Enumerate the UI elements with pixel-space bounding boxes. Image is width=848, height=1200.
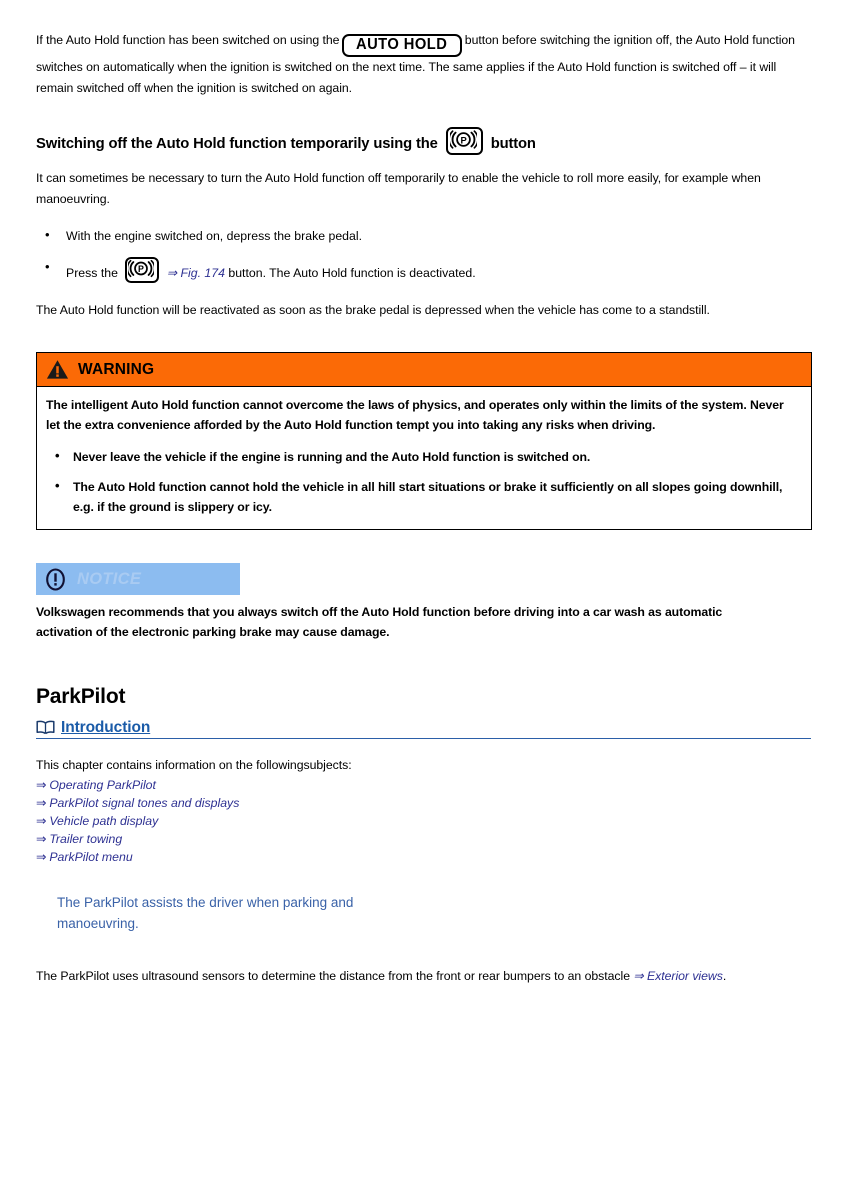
warning-bullet-2: The Auto Hold function cannot hold the v… — [46, 476, 799, 517]
arrow-icon: ⇒ — [36, 777, 47, 792]
chapter-links-list: ⇒ Operating ParkPilot ⇒ ParkPilot signal t… — [36, 776, 812, 867]
chapter-link-2-label: ParkPilot signal tones and displays — [49, 795, 240, 810]
chapter-link-5-label: ParkPilot menu — [49, 850, 133, 865]
fig-reference-link[interactable]: ⇒ Fig. 174 — [167, 266, 225, 280]
intro-text-before: If the Auto Hold function has been switc… — [36, 33, 340, 47]
figure-caption-text: The ParkPilot assists the driver when pa… — [57, 894, 354, 931]
chapter-link-5[interactable]: ⇒ ParkPilot menu — [36, 848, 812, 866]
svg-text:P: P — [138, 263, 144, 273]
auto-hold-button-graphic: AUTO HOLD — [342, 34, 462, 57]
section-paragraph: It can sometimes be necessary to turn th… — [36, 171, 761, 206]
warning-title: WARNING — [78, 360, 155, 378]
step-press-after: button. The Auto Hold function is deacti… — [228, 265, 476, 280]
chapter-link-2[interactable]: ⇒ ParkPilot signal tones and displays — [36, 794, 812, 812]
chapter-closing-paragraph: The ParkPilot uses ultrasound sensors to… — [36, 966, 812, 987]
arrow-icon: ⇒ — [36, 813, 47, 828]
section-heading-after: button — [490, 136, 536, 152]
warning-triangle-icon — [46, 360, 69, 379]
step-item-2: Press the P ⇒ Fig. 174 button. The Auto … — [36, 256, 812, 284]
subsection-heading[interactable]: Introduction — [36, 719, 811, 739]
chapter-link-4-label: Trailer towing — [49, 832, 123, 847]
arrow-icon: ⇒ — [36, 850, 47, 865]
warning-box: WARNING The intelligent Auto Hold functi… — [36, 352, 812, 530]
manual-page: If the Auto Hold function has been switc… — [0, 0, 848, 1200]
warning-text: The intelligent Auto Hold function canno… — [46, 398, 784, 432]
chapter-link-1-label: Operating ParkPilot — [49, 777, 156, 792]
subsection-heading-label[interactable]: Introduction — [61, 719, 150, 737]
step-item-1-label: With the engine switched on, depress the… — [66, 229, 362, 243]
auto-hold-button-label: AUTO HOLD — [356, 36, 448, 53]
warning-bullets: Never leave the vehicle if the engine is… — [46, 446, 799, 517]
parking-brake-glyph: P — [128, 259, 155, 277]
notice-header: NOTICE — [36, 563, 240, 595]
notice-title: NOTICE — [77, 569, 142, 588]
notice-box: NOTICE Volkswagen recommends that you al… — [36, 563, 812, 642]
parking-brake-glyph: P — [449, 130, 477, 149]
chapter-link-3-label: Vehicle path display — [49, 813, 159, 828]
chapter-intro-line: This chapter contains information on the… — [36, 758, 352, 772]
warning-body: The intelligent Auto Hold function canno… — [37, 387, 811, 529]
chapter-title: ParkPilot — [36, 685, 126, 708]
open-book-icon — [36, 720, 55, 735]
section-heading-before: Switching off the Auto Hold function tem… — [36, 136, 438, 152]
section-heading: Switching off the Auto Hold function tem… — [36, 127, 812, 155]
warning-header: WARNING — [37, 353, 811, 387]
chapter-closing-before: The ParkPilot uses ultrasound sensors to… — [36, 968, 630, 983]
exclamation-circle-icon — [46, 567, 65, 591]
parking-brake-icon: P — [125, 256, 160, 283]
warning-bullet-1: Never leave the vehicle if the engine is… — [46, 446, 799, 467]
chapter-closing-after: . — [722, 968, 727, 983]
notice-text: Volkswagen recommends that you always sw… — [36, 605, 723, 639]
arrow-icon: ⇒ — [36, 795, 47, 810]
svg-text:P: P — [460, 134, 466, 145]
step-press-before: Press the — [66, 265, 118, 280]
exterior-views-link[interactable]: ⇒ Exterior views — [633, 969, 723, 983]
parking-brake-icon: P — [445, 127, 483, 155]
step-item-1: With the engine switched on, depress the… — [36, 225, 812, 247]
steps-list: With the engine switched on, depress the… — [36, 225, 812, 284]
arrow-icon: ⇒ — [36, 832, 47, 847]
chapter-link-4[interactable]: ⇒ Trailer towing — [36, 830, 812, 848]
chapter-link-1[interactable]: ⇒ Operating ParkPilot — [36, 776, 812, 794]
intro-paragraph: If the Auto Hold function has been switc… — [36, 30, 814, 98]
notice-body: Volkswagen recommends that you always sw… — [36, 595, 812, 642]
closing-paragraph: The Auto Hold function will be reactivat… — [36, 302, 710, 317]
chapter-link-3[interactable]: ⇒ Vehicle path display — [36, 812, 812, 830]
